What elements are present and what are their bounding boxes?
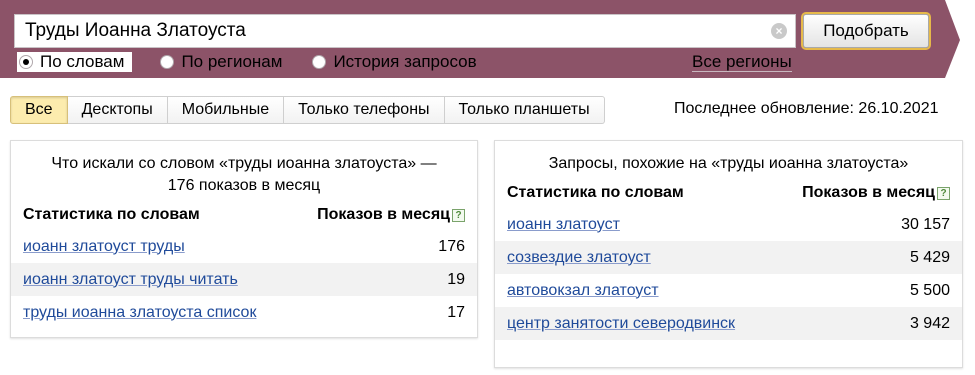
phrase-link[interactable]: труды иоанна златоуста список (23, 304, 256, 322)
words-stats-panel: Что искали со словом «труды иоанна злато… (10, 140, 478, 338)
tab-desktops[interactable]: Десктопы (67, 96, 168, 124)
phrase-link[interactable]: центр занятости северодвинск (507, 315, 735, 333)
tab-tablets[interactable]: Только планшеты (444, 96, 605, 124)
submit-button[interactable]: Подобрать (803, 14, 929, 48)
mode-label: История запросов (333, 52, 477, 71)
phrase-link[interactable]: иоанн златоуст труды (23, 238, 185, 256)
similar-queries-panel: Запросы, похожие на «труды иоанна златоу… (494, 140, 963, 368)
search-box: × (14, 14, 796, 48)
clear-icon[interactable]: × (771, 23, 787, 39)
mode-history[interactable]: История запросов (312, 52, 477, 72)
count-value: 5 500 (909, 281, 950, 299)
search-mode-group: По словам По регионам История запросов (17, 52, 507, 72)
phrase-column-header: Статистика по словам (507, 184, 684, 201)
count-value: 5 429 (909, 248, 950, 266)
radio-icon (312, 55, 327, 69)
table-row: иоанн златоуст труды читать 19 (11, 263, 477, 296)
search-banner: × Подобрать По словам По регионам Истори… (0, 0, 975, 78)
panel-title: Что искали со словом «труды иоанна злато… (51, 155, 437, 194)
column-headers: Статистика по словам Показов в месяц ? (23, 205, 465, 225)
count-column-header: Показов в месяц (317, 206, 450, 223)
mode-by-words[interactable]: По словам (17, 52, 133, 72)
count-value: 19 (447, 270, 465, 288)
phrase-link[interactable]: созвездие златоуст (507, 249, 651, 267)
phrase-link[interactable]: иоанн златоуст (507, 216, 620, 234)
tab-all[interactable]: Все (10, 96, 68, 124)
tab-phones[interactable]: Только телефоны (284, 96, 445, 124)
radio-icon (19, 55, 33, 69)
table-row: автовокзал златоуст 5 500 (495, 274, 962, 307)
table-row: иоанн златоуст труды 176 (11, 230, 477, 263)
stats-list: иоанн златоуст 30 157 созвездие златоуст… (495, 208, 962, 340)
phrase-link[interactable]: автовокзал златоуст (507, 282, 659, 300)
device-tabs: Все Десктопы Мобильные Только телефоны Т… (10, 96, 605, 124)
count-value: 30 157 (901, 215, 950, 233)
mode-label: По словам (40, 52, 125, 71)
count-value: 176 (438, 237, 465, 255)
phrase-link[interactable]: иоанн златоуст труды читать (23, 271, 238, 289)
all-regions-link[interactable]: Все регионы (692, 52, 792, 72)
count-value: 3 942 (909, 314, 950, 332)
stats-list: иоанн златоуст труды 176 иоанн златоуст … (11, 230, 477, 329)
mode-label: По регионам (181, 52, 283, 71)
panel-title: Запросы, похожие на «труды иоанна златоу… (548, 155, 909, 172)
tab-mobile[interactable]: Мобильные (167, 96, 285, 124)
column-headers: Статистика по словам Показов в месяц ? (507, 183, 950, 203)
count-value: 17 (447, 303, 465, 321)
radio-icon (160, 55, 175, 69)
last-update: Последнее обновление: 26.10.2021 (674, 100, 939, 117)
table-row: труды иоанна златоуста список 17 (11, 296, 477, 329)
search-input[interactable] (15, 15, 765, 47)
phrase-column-header: Статистика по словам (23, 206, 200, 223)
table-row: центр занятости северодвинск 3 942 (495, 307, 962, 340)
table-row: иоанн златоуст 30 157 (495, 208, 962, 241)
help-icon[interactable]: ? (937, 186, 950, 200)
help-icon[interactable]: ? (452, 208, 465, 222)
table-row: созвездие златоуст 5 429 (495, 241, 962, 274)
mode-by-regions[interactable]: По регионам (160, 52, 282, 72)
count-column-header: Показов в месяц (802, 184, 935, 201)
